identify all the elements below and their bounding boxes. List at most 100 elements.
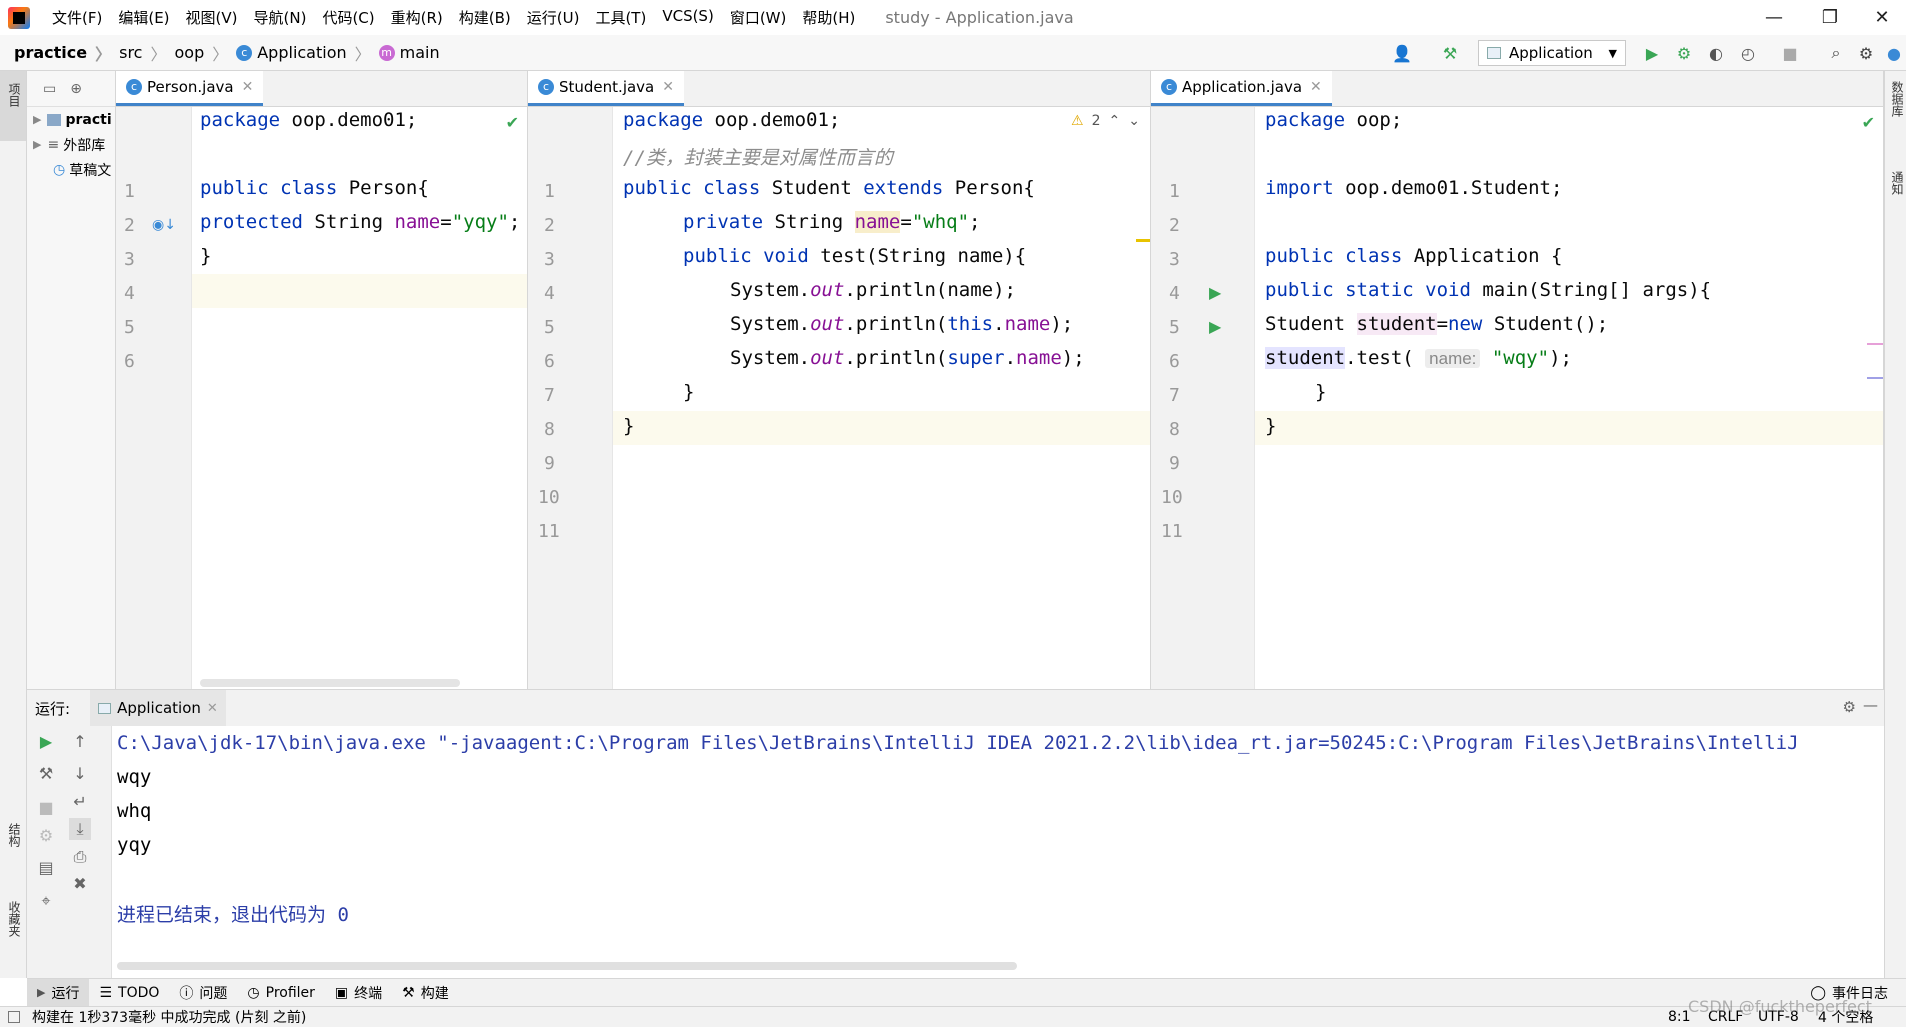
wrench-icon[interactable]: ⚒ bbox=[35, 762, 57, 784]
line-number: 10 bbox=[1161, 487, 1183, 508]
layout-icon[interactable]: ▤ bbox=[35, 856, 57, 878]
breadcrumb-method[interactable]: m main bbox=[371, 43, 440, 62]
bug-icon[interactable]: ⚙ bbox=[35, 824, 57, 846]
minimize-button[interactable]: — bbox=[1746, 0, 1802, 35]
console-output-line: yqy bbox=[117, 834, 152, 856]
status-message[interactable]: 构建在 1秒373毫秒 中成功完成 (片刻 之前) bbox=[32, 1007, 306, 1027]
menu-navigate[interactable]: 导航(N) bbox=[246, 7, 315, 28]
run-tool-window: 运行: Application ✕ ⚙ — ▶ ⚒ ■ ⚙ ▤ ⌖ ↑ ↓ ↵ … bbox=[27, 689, 1884, 978]
close-tab-icon[interactable]: ✕ bbox=[662, 79, 674, 95]
tool-tab-run[interactable]: ▶ 运行 bbox=[27, 978, 90, 1007]
usage-stripe-marker[interactable] bbox=[1867, 343, 1883, 345]
menu-tools[interactable]: 工具(T) bbox=[587, 7, 654, 28]
editor-person[interactable]: c Person.java ✕ 1 2 3 4 5 6 ◉↓ ✔ package… bbox=[116, 71, 528, 689]
arrow-down-icon[interactable]: ↓ bbox=[69, 762, 91, 784]
console-horizontal-scrollbar[interactable] bbox=[117, 962, 1017, 970]
arrow-up-icon[interactable]: ↑ bbox=[69, 730, 91, 752]
menu-build[interactable]: 构建(B) bbox=[451, 7, 519, 28]
project-tool-button[interactable]: 项目 bbox=[0, 71, 26, 141]
code-token: .println( bbox=[844, 347, 948, 369]
menu-view[interactable]: 视图(V) bbox=[178, 7, 246, 28]
tree-item-project[interactable]: ▶ practi bbox=[27, 107, 115, 132]
inspection-widget[interactable]: ⚠ 2 ⌃ ⌄ bbox=[1071, 113, 1140, 129]
code-token: main(String[] args){ bbox=[1470, 279, 1712, 301]
structure-tool-label[interactable]: 结构 bbox=[6, 823, 23, 847]
code-line-3: public class Person{ bbox=[200, 177, 429, 199]
chevron-up-icon[interactable]: ⌃ bbox=[1109, 113, 1121, 129]
tree-item-external-libs[interactable]: ▶ ≡ 外部库 bbox=[27, 132, 115, 157]
code-line-5: } bbox=[200, 245, 211, 267]
chevron-down-icon[interactable]: ⌄ bbox=[1128, 113, 1140, 129]
notifications-tool-label[interactable]: 通知 bbox=[1889, 171, 1906, 195]
menu-refactor[interactable]: 重构(R) bbox=[383, 7, 451, 28]
tool-tab-build[interactable]: ⚒ 构建 bbox=[392, 979, 459, 1007]
menu-run[interactable]: 运行(U) bbox=[519, 7, 588, 28]
plugin-icon[interactable]: ● bbox=[1884, 43, 1904, 63]
maximize-button[interactable]: ❐ bbox=[1802, 0, 1858, 35]
run-icon[interactable]: ▶ bbox=[1642, 43, 1662, 63]
close-tab-icon[interactable]: ✕ bbox=[1310, 79, 1322, 95]
code-token: "yqy" bbox=[451, 211, 509, 233]
rerun-icon[interactable]: ▶ bbox=[35, 730, 57, 752]
favorites-tool-label[interactable]: 收藏夹 bbox=[6, 901, 23, 937]
print-icon[interactable]: ⎙ bbox=[69, 846, 91, 868]
run-main-gutter-icon[interactable]: ▶ bbox=[1209, 317, 1221, 336]
tab-application-java[interactable]: c Application.java ✕ bbox=[1151, 71, 1332, 106]
menu-code[interactable]: 代码(C) bbox=[314, 7, 382, 28]
search-icon[interactable]: ⌕ bbox=[1826, 43, 1846, 63]
menu-file[interactable]: 文件(F) bbox=[44, 7, 110, 28]
close-tab-icon[interactable]: ✕ bbox=[207, 701, 218, 716]
line-number: 2 bbox=[1169, 215, 1180, 236]
soft-wrap-icon[interactable]: ↵ bbox=[69, 790, 91, 812]
view-select-icon[interactable]: ▭ bbox=[43, 81, 56, 97]
menu-edit[interactable]: 编辑(E) bbox=[110, 7, 177, 28]
breadcrumb-src[interactable]: src 〉 bbox=[111, 41, 166, 65]
usage-stripe-marker[interactable] bbox=[1867, 377, 1883, 379]
locate-icon[interactable]: ⊕ bbox=[70, 81, 82, 97]
stop-icon[interactable]: ■ bbox=[35, 796, 57, 818]
debug-icon[interactable]: ⚙ bbox=[1674, 43, 1694, 63]
user-icon[interactable]: 👤 bbox=[1392, 43, 1412, 63]
settings-gear-icon[interactable]: ⚙ bbox=[1843, 698, 1856, 716]
scroll-to-end-icon[interactable]: ⤓ bbox=[69, 818, 91, 840]
close-window-button[interactable]: ✕ bbox=[1858, 0, 1906, 35]
horizontal-scrollbar[interactable] bbox=[200, 679, 460, 687]
run-configuration-select[interactable]: Application ▼ bbox=[1478, 40, 1626, 66]
tab-person-java[interactable]: c Person.java ✕ bbox=[116, 71, 264, 106]
close-tab-icon[interactable]: ✕ bbox=[242, 79, 254, 95]
menu-help[interactable]: 帮助(H) bbox=[794, 7, 863, 28]
menu-window[interactable]: 窗口(W) bbox=[722, 7, 795, 28]
tool-tab-profiler[interactable]: ◷ Profiler bbox=[237, 979, 325, 1007]
toggle-tool-windows-icon[interactable] bbox=[8, 1011, 20, 1023]
tool-tab-problems[interactable]: ⓘ 问题 bbox=[169, 979, 237, 1007]
run-class-gutter-icon[interactable]: ▶ bbox=[1209, 283, 1221, 302]
warning-stripe-marker[interactable] bbox=[1136, 239, 1150, 242]
pin-icon[interactable]: ⌖ bbox=[35, 890, 57, 912]
breadcrumb-project[interactable]: practice 〉 bbox=[0, 41, 111, 65]
breadcrumb-class-label: Application bbox=[257, 43, 347, 62]
build-hammer-icon[interactable]: ⚒ bbox=[1440, 43, 1460, 63]
tab-student-java[interactable]: c Student.java ✕ bbox=[528, 71, 684, 106]
breadcrumb-package[interactable]: oop 〉 bbox=[166, 41, 228, 65]
database-tool-label[interactable]: 数据库 bbox=[1889, 81, 1906, 117]
menu-vcs[interactable]: VCS(S) bbox=[654, 7, 721, 28]
code-line-7: Student student=new Student(); bbox=[1265, 313, 1608, 335]
line-number: 5 bbox=[1169, 317, 1180, 338]
code-token: ; bbox=[508, 211, 521, 233]
editor-application[interactable]: c Application.java ✕ 1 2 3 4 5 6 7 8 9 1… bbox=[1151, 71, 1884, 689]
code-token: String bbox=[763, 211, 855, 233]
tree-item-scratches[interactable]: ◷ 草稿文 bbox=[27, 157, 115, 182]
tool-tab-terminal[interactable]: ▣ 终端 bbox=[325, 979, 392, 1007]
breadcrumb-class[interactable]: c Application 〉 bbox=[228, 41, 371, 65]
profile-icon[interactable]: ◴ bbox=[1738, 43, 1758, 63]
hide-panel-icon[interactable]: — bbox=[1863, 696, 1878, 714]
implemented-marker-icon[interactable]: ◉↓ bbox=[152, 217, 176, 233]
code-line-3: import oop.demo01.Student; bbox=[1265, 177, 1562, 199]
coverage-icon[interactable]: ◐ bbox=[1706, 43, 1726, 63]
tab-run-application[interactable]: Application ✕ bbox=[90, 690, 226, 726]
trash-icon[interactable]: ✖ bbox=[69, 872, 91, 894]
editor-student[interactable]: c Student.java ✕ 1 2 3 4 5 6 7 8 9 10 11… bbox=[528, 71, 1151, 689]
tool-tab-todo[interactable]: ☰ TODO bbox=[89, 979, 169, 1007]
settings-gear-icon[interactable]: ⚙ bbox=[1856, 43, 1876, 63]
stop-icon[interactable]: ■ bbox=[1780, 43, 1800, 63]
